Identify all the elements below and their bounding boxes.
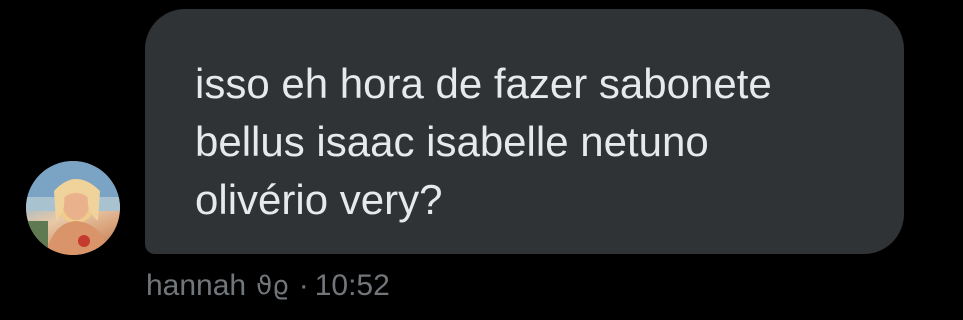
message-bubble[interactable]: isso eh hora de fazer sabonete bellus is… (145, 9, 904, 254)
sender-avatar[interactable] (26, 161, 120, 255)
sender-name[interactable]: hannah (146, 269, 246, 303)
message-timestamp: 10:52 (314, 269, 390, 302)
message-meta: hannah ϑϱ · 10:52 (146, 266, 390, 306)
message-text: isso eh hora de fazer sabonete bellus is… (195, 60, 772, 223)
avatar-photo-icon (26, 161, 120, 255)
meta-separator: · (298, 269, 309, 302)
sender-name-glyphs: ϑϱ (256, 271, 289, 301)
